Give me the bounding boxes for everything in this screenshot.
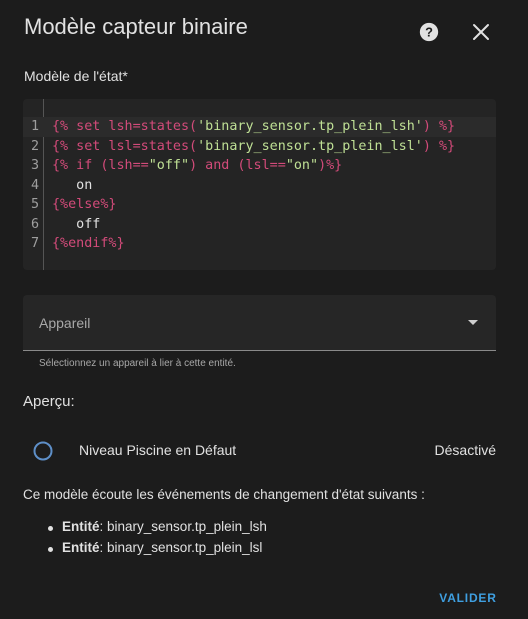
code-line[interactable]: 2 {% set lsl=states('binary_sensor.tp_ple…	[23, 137, 496, 157]
radio-circle-icon	[33, 441, 53, 461]
code-line[interactable]: 4 on	[23, 176, 496, 196]
list-item: Entité: binary_sensor.tp_plein_lsl	[46, 540, 267, 561]
code-line[interactable]: 1 {% set lsh=states('binary_sensor.tp_ple…	[23, 117, 496, 137]
code-token: set lsh=states(	[68, 119, 198, 134]
code-line[interactable]: 3 {% if (lsh=="off") and (lsl=="on")%}	[23, 156, 496, 176]
code-token: )%}	[318, 158, 343, 173]
code-token: "on"	[285, 158, 319, 173]
line-content: {%else%}	[52, 195, 117, 215]
line-number: 2	[30, 138, 39, 154]
list-item-prefix: Entité	[62, 540, 100, 555]
line-number: 7	[30, 236, 39, 251]
line-content: {% if (lsh=="off") and (lsl=="on")%}	[52, 156, 342, 176]
code-token: {%	[52, 119, 69, 134]
code-token: off	[52, 216, 101, 232]
preview-entity-row[interactable]: Niveau Piscine en Défaut Désactivé	[23, 432, 496, 470]
device-select-label: Appareil	[39, 315, 91, 331]
code-token: {%endif%}	[52, 236, 125, 251]
code-token: {%	[52, 158, 69, 173]
code-line[interactable]: 5 {%else%}	[23, 195, 496, 215]
preview-entity-name: Niveau Piscine en Défaut	[79, 442, 237, 458]
state-template-editor[interactable]: 1 {% set lsh=states('binary_sensor.tp_ple…	[23, 99, 496, 270]
help-icon[interactable]: ?	[417, 20, 441, 44]
code-token: "off"	[148, 158, 190, 173]
code-line[interactable]: 6 off	[23, 215, 496, 235]
line-content: off	[52, 215, 100, 235]
line-content: on	[52, 176, 92, 196]
code-token: ) %}	[422, 138, 456, 154]
dialog-title: Modèle capteur binaire	[24, 14, 248, 39]
listeners-intro: Ce modèle écoute les événements de chang…	[23, 487, 425, 502]
code-token: {%else%}	[52, 197, 117, 212]
preview-heading: Aperçu:	[23, 393, 75, 410]
device-select[interactable]: Appareil	[23, 295, 496, 351]
state-template-label: Modèle de l'état*	[24, 68, 128, 84]
preview-entity-state: Désactivé	[434, 442, 496, 458]
line-content: {%endif%}	[52, 234, 125, 254]
submit-button[interactable]: VALIDER	[432, 584, 504, 612]
list-item: Entité: binary_sensor.tp_plein_lsh	[46, 519, 267, 540]
dropdown-arrow-icon	[468, 320, 478, 325]
code-token: 'binary_sensor.tp_plein_lsh'	[197, 119, 423, 134]
list-item-value: : binary_sensor.tp_plein_lsh	[99, 519, 267, 534]
line-number: 5	[30, 197, 39, 212]
code-token: {%	[52, 138, 69, 154]
line-content: {% set lsh=states('binary_sensor.tp_plei…	[52, 117, 455, 137]
code-token: ) %}	[422, 119, 456, 134]
line-content: {% set lsl=states('binary_sensor.tp_plei…	[52, 137, 455, 157]
list-item-prefix: Entité	[62, 519, 100, 534]
code-token: ) and (lsl==	[189, 158, 286, 173]
list-item-value: : binary_sensor.tp_plein_lsl	[99, 540, 263, 555]
line-number: 1	[30, 119, 39, 134]
line-number: 4	[30, 177, 39, 193]
line-number: 3	[30, 158, 39, 173]
code-line[interactable]: 7 {%endif%}	[23, 234, 496, 254]
listener-entity-list: Entité: binary_sensor.tp_plein_lsh Entit…	[46, 519, 267, 561]
close-icon[interactable]	[469, 20, 493, 44]
code-token: set lsl=states(	[68, 138, 198, 154]
template-dialog: Modèle capteur binaire ? Modèle de l'éta…	[0, 0, 528, 619]
code-token: 'binary_sensor.tp_plein_lsl'	[197, 138, 423, 154]
code-token: on	[52, 177, 93, 193]
line-number: 6	[30, 216, 39, 232]
device-select-helper: Sélectionnez un appareil à lier à cette …	[39, 358, 236, 369]
code-token: if (lsh==	[68, 158, 149, 173]
svg-text:?: ?	[425, 25, 433, 40]
code-lines: 1 {% set lsh=states('binary_sensor.tp_ple…	[23, 117, 496, 254]
